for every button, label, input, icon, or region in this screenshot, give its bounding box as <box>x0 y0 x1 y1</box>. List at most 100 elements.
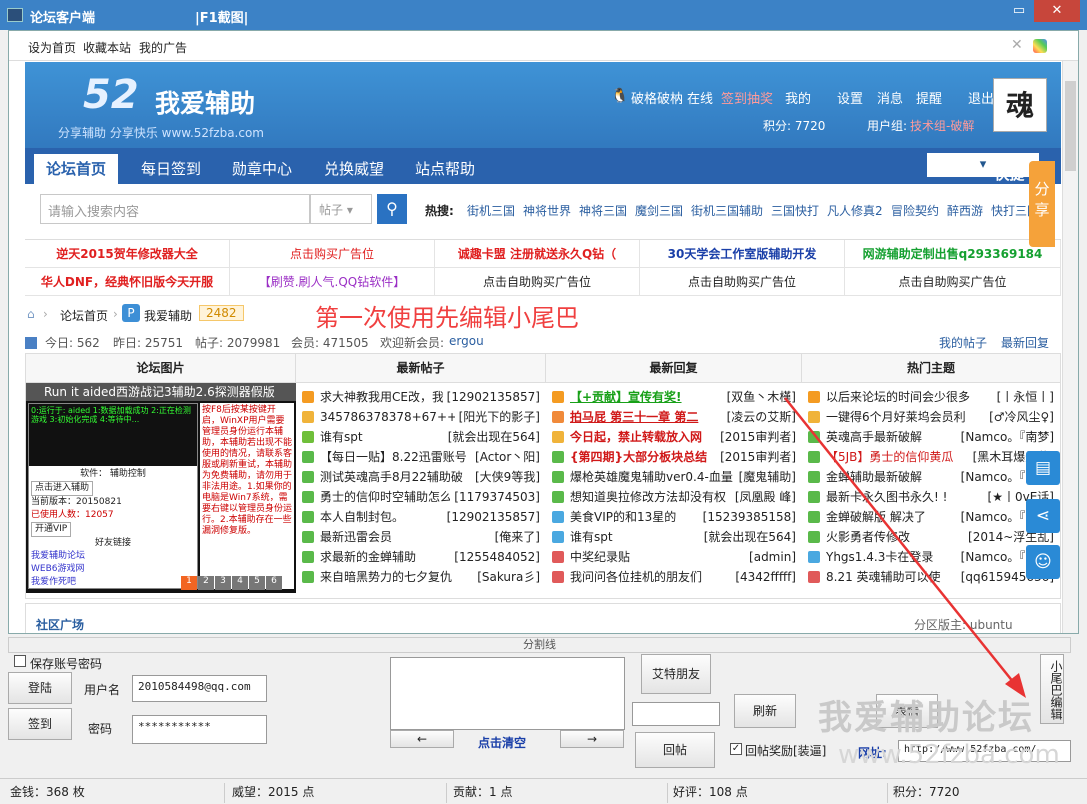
list-item[interactable]: 最新迅雷会员 [俺来了] <box>302 527 540 547</box>
topic-title[interactable]: 求最新的金蝉辅助 <box>320 550 416 564</box>
document-icon[interactable]: ▤ <box>1026 451 1060 485</box>
password-input[interactable]: *********** <box>132 715 267 744</box>
tail-edit-button[interactable]: 小尾巴编辑 <box>1040 654 1064 724</box>
topic-author[interactable]: [大侠9等我] <box>471 467 540 487</box>
ad-link[interactable]: 华人DNF，经典怀旧版今天开服 <box>25 268 230 296</box>
topic-title[interactable]: 爆枪英雄魔鬼辅助ver0.4-血量 <box>570 470 733 484</box>
topic-title[interactable]: 金蝉辅助最新破解 <box>826 470 922 484</box>
search-input[interactable]: 请输入搜索内容 <box>40 194 310 224</box>
topic-title[interactable]: 8.21 英魂辅助可以使 <box>826 570 941 584</box>
topic-title[interactable]: 谁有spt <box>570 530 613 544</box>
refresh-button[interactable]: 刷新 <box>734 694 796 728</box>
breadcrumb-home[interactable]: 论坛首页 <box>60 307 108 324</box>
reward-checkbox[interactable]: ✓ <box>730 743 742 755</box>
topic-author[interactable]: [4342fffff] <box>731 567 796 587</box>
section-moderator[interactable]: 分区版主: ubuntu <box>914 616 1013 633</box>
topic-title[interactable]: 我问问各位挂机的朋友们 <box>570 570 702 584</box>
list-item[interactable]: 来自暗黑势力的七夕复仇 [Sakura彡] <box>302 567 540 587</box>
topic-title[interactable]: 拍马屁 第三十一章 第二 <box>570 410 698 424</box>
topic-title[interactable]: 勇士的信仰时空辅助怎么 <box>320 490 452 504</box>
nav-exchange[interactable]: 兑换威望 <box>312 154 396 184</box>
clear-link[interactable]: 点击清空 <box>478 734 526 751</box>
topic-author[interactable]: [12902135857] <box>442 387 540 407</box>
list-item[interactable]: 一键得6个月好莱坞会员利 [♂冷风尘♀] <box>808 407 1054 427</box>
list-item[interactable]: 勇士的信仰时空辅助怎么 [1179374503] <box>302 487 540 507</box>
topic-title[interactable]: 本人自制封包。 <box>320 510 404 524</box>
topic-author[interactable]: [15239385158] <box>698 507 796 527</box>
hot-link[interactable]: 神将三国 <box>579 202 627 219</box>
shrink-icon[interactable]: ✕ <box>1011 37 1023 53</box>
topic-author[interactable]: [12902135857] <box>442 507 540 527</box>
nav-checkin[interactable]: 每日签到 <box>129 154 213 184</box>
username-link[interactable]: 破格破枘 <box>631 88 683 107</box>
list-item[interactable]: 火影勇者传修改 [2014~浮生乱] <box>808 527 1054 547</box>
points-link[interactable]: 积分: 7720 <box>763 117 825 134</box>
hot-link[interactable]: 魔剑三国 <box>635 202 683 219</box>
set-homepage-link[interactable]: 设为首页 <box>28 39 76 56</box>
list-item[interactable]: 以后来论坛的时间会少很多 [丨永恒丨] <box>808 387 1054 407</box>
save-password-checkbox[interactable] <box>14 655 26 667</box>
topic-author[interactable]: [2015审判者] <box>716 447 796 467</box>
list-item[interactable]: 今日起，禁止转载放入网 [2015审判者] <box>552 427 796 447</box>
skin-icon[interactable] <box>1033 39 1047 53</box>
my-menu[interactable]: 我的 <box>785 88 811 107</box>
usergroup-link[interactable]: 技术组-破解 <box>910 117 974 134</box>
list-item[interactable]: 求最新的金蝉辅助 [1255484052] <box>302 547 540 567</box>
topic-title[interactable]: 最新卡永久图书永久! ! <box>826 490 947 504</box>
hot-link[interactable]: 醉西游 <box>947 202 983 219</box>
list-item[interactable]: 英魂高手最新破解 [Namco。『南梦] <box>808 427 1054 447</box>
scrollbar[interactable] <box>1062 61 1078 633</box>
list-item[interactable]: 【5JB】勇士的信仰黄瓜 [黑木耳爆炒黄] <box>808 447 1054 467</box>
page-dot[interactable]: 2 <box>198 576 214 590</box>
topic-title[interactable]: 中奖纪录贴 <box>570 550 630 564</box>
username-input[interactable]: 2010584498@qq.com <box>132 675 267 702</box>
topic-title[interactable]: 金蝉破解版 解决了 <box>826 510 926 524</box>
list-item[interactable]: 测试英魂高手8月22辅助破 [大侠9等我] <box>302 467 540 487</box>
topic-author[interactable]: [魔鬼辅助] <box>734 467 796 487</box>
reply-button[interactable]: 回帖 <box>635 732 715 768</box>
topic-title[interactable]: 美食VIP的和13星的 <box>570 510 676 524</box>
topic-author[interactable]: [双鱼丶木槿] <box>722 387 796 407</box>
topic-author[interactable]: [1255484052] <box>450 547 540 567</box>
list-item[interactable]: 想知道奥拉修改方法却没有权 [凤凰殿 峰] <box>552 487 796 507</box>
topic-title[interactable]: 今日起，禁止转载放入网 <box>570 430 702 444</box>
topic-author[interactable]: [Actor丶阳] <box>471 447 540 467</box>
ad-link[interactable]: 30天学会工作室版辅助开发 <box>640 240 845 268</box>
ad-link[interactable]: 点击购买广告位 <box>230 240 435 268</box>
list-item[interactable]: 金蝉破解版 解决了 [Namco。『南梦] <box>808 507 1054 527</box>
hot-link[interactable]: 街机三国辅助 <box>691 202 763 219</box>
topic-title[interactable]: 谁有spt <box>320 430 363 444</box>
topic-author[interactable]: [1179374503] <box>450 487 540 507</box>
list-item[interactable]: 美食VIP的和13星的 [15239385158] <box>552 507 796 527</box>
save-password-label[interactable]: 保存账号密码 <box>30 655 102 672</box>
hot-link[interactable]: 三国快打 <box>771 202 819 219</box>
topic-title[interactable]: 以后来论坛的时间会少很多 <box>826 390 970 404</box>
hot-link[interactable]: 凡人修真2 <box>827 202 883 219</box>
checkin-link[interactable]: 签到抽奖 <box>721 88 773 107</box>
topic-title[interactable]: 火影勇者传修改 <box>826 530 910 544</box>
search-icon[interactable]: ⚲ <box>377 194 407 224</box>
list-item[interactable]: Yhgs1.4.3卡在登录 [Namco。『南梦] <box>808 547 1054 567</box>
slideshow-image[interactable]: Run it aided西游战记3辅助2.6探测器假版 0:运行于: aided… <box>26 383 296 593</box>
topic-title[interactable]: 【5JB】勇士的信仰黄瓜 <box>826 450 953 464</box>
topic-title[interactable]: 一键得6个月好莱坞会员利 <box>826 410 966 424</box>
splitter-label[interactable]: 分割线 <box>8 637 1071 653</box>
my-ads-link[interactable]: 我的广告 <box>139 39 187 56</box>
avatar[interactable]: 魂 <box>993 78 1047 132</box>
search-type-select[interactable]: 帖子 ▾ <box>310 194 372 224</box>
messages-link[interactable]: 消息 <box>877 88 903 107</box>
page-dot[interactable]: 5 <box>249 576 265 590</box>
hot-link[interactable]: 神将世界 <box>523 202 571 219</box>
list-item[interactable]: 8.21 英魂辅助可以使 [qq615945636] <box>808 567 1054 587</box>
page-dot[interactable]: 6 <box>266 576 282 590</box>
topic-title[interactable]: 【每日一贴】8.22迅雷账号 <box>320 450 467 464</box>
login-button[interactable]: 登陆 <box>8 672 72 704</box>
topic-author[interactable]: [俺来了] <box>490 527 540 547</box>
at-friend-input[interactable] <box>632 702 720 726</box>
list-item[interactable]: 拍马屁 第三十一章 第二 [凌云の艾斯] <box>552 407 796 427</box>
page-dot[interactable]: 1 <box>181 576 197 590</box>
bookmark-link[interactable]: 收藏本站 <box>83 39 131 56</box>
topic-title[interactable]: 【+贡献】宣传有奖! <box>570 390 682 404</box>
ad-link[interactable]: 【刷赞.刷人气.QQ钻软件】 <box>230 268 435 296</box>
list-item[interactable]: 谁有spt [就会出现在564] <box>302 427 540 447</box>
